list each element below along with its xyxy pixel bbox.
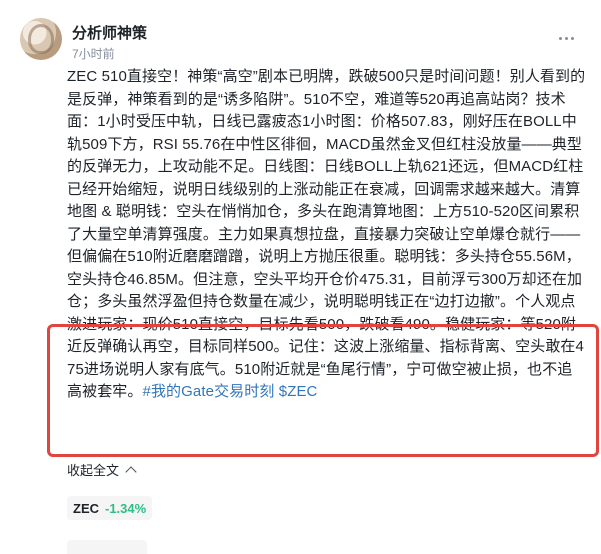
ticker-chip[interactable]: ZEC -1.34% — [67, 496, 153, 520]
more-options-icon[interactable] — [557, 30, 577, 46]
collapse-button[interactable]: 收起全文 — [67, 460, 137, 479]
ticker-change: -1.34% — [105, 500, 147, 516]
post-header: 分析师神策 7小时前 — [20, 18, 581, 62]
bottom-card — [67, 540, 147, 554]
post-body: ZEC 510直接空！神策“高空”剧本已明牌，跌破500只是时间问题！别人看到的… — [67, 66, 587, 404]
ticker-symbol: ZEC — [73, 500, 99, 516]
chevron-up-icon — [125, 465, 137, 478]
post-tags[interactable]: #我的Gate交易时刻 $ZEC — [143, 383, 318, 400]
collapse-label: 收起全文 — [67, 463, 120, 478]
author-name[interactable]: 分析师神策 — [72, 22, 147, 43]
avatar[interactable] — [20, 18, 62, 60]
post-text: ZEC 510直接空！神策“高空”剧本已明牌，跌破500只是时间问题！别人看到的… — [67, 68, 586, 400]
post-time: 7小时前 — [72, 47, 115, 61]
